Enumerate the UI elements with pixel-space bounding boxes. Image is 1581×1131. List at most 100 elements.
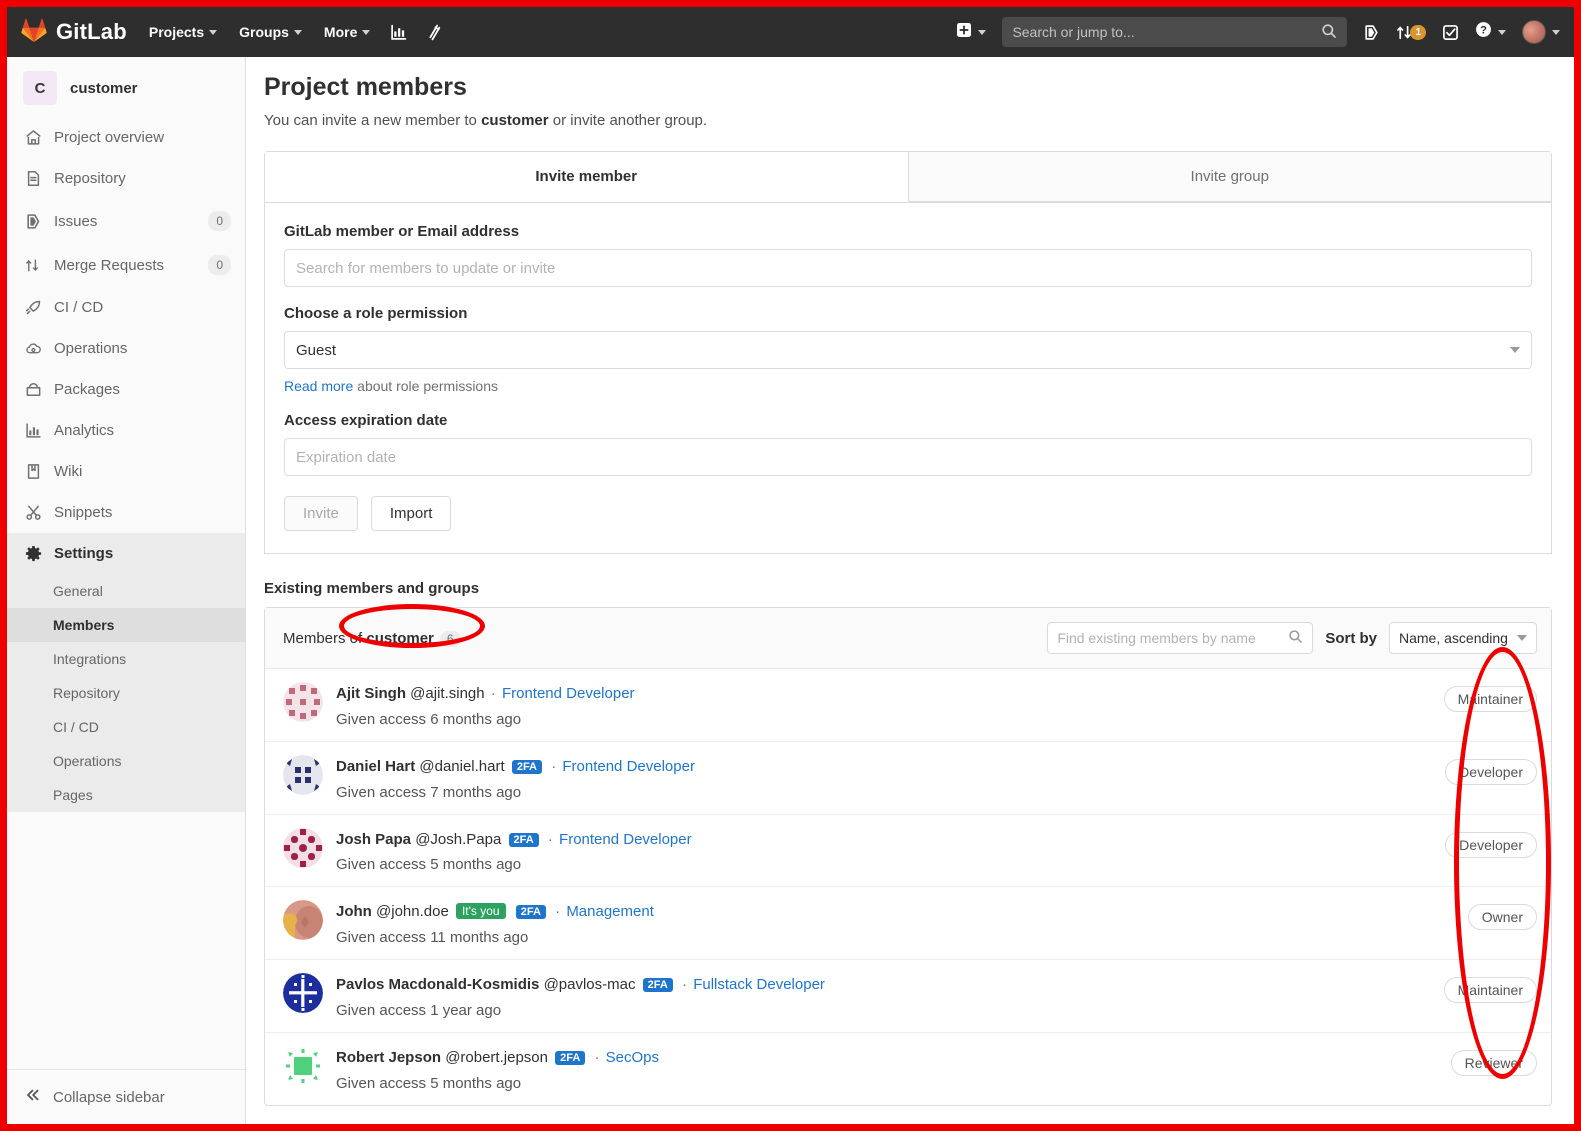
member-info: Robert Jepson @robert.jepson 2FA · SecOp… bbox=[336, 1046, 1451, 1092]
role-select[interactable]: Guest bbox=[284, 331, 1532, 369]
sidebar-item-snippets[interactable]: Snippets bbox=[7, 492, 245, 533]
status-badge[interactable]: Developer bbox=[1445, 831, 1537, 858]
gear-icon bbox=[25, 545, 42, 562]
member-role-cell: Maintainer bbox=[1443, 973, 1537, 1003]
member-field-label: GitLab member or Email address bbox=[284, 223, 520, 240]
member-access-text: Given access 6 months ago bbox=[336, 710, 522, 728]
import-button[interactable]: Import bbox=[370, 496, 452, 531]
sidebar-subitem-repository[interactable]: Repository bbox=[7, 676, 245, 710]
expiration-date-input[interactable]: Expiration date bbox=[284, 438, 1532, 476]
sidebar-subitem-members[interactable]: Members bbox=[7, 608, 245, 642]
its-you-badge: It's you bbox=[455, 903, 506, 920]
sort-by-value: Name, ascending bbox=[1399, 630, 1508, 646]
page-subtitle-project: customer bbox=[481, 112, 549, 129]
member-info: John @john.doe It's you 2FA · Management… bbox=[336, 900, 1468, 946]
member-job-title[interactable]: SecOps bbox=[606, 1049, 659, 1066]
issues-icon[interactable] bbox=[1363, 24, 1380, 41]
analytics-icon[interactable] bbox=[390, 24, 407, 41]
member-job-title[interactable]: Frontend Developer bbox=[559, 831, 692, 848]
sidebar-item-project-overview[interactable]: Project overview bbox=[7, 117, 245, 158]
nav-link-more-label: More bbox=[323, 24, 358, 40]
separator-dot: · bbox=[551, 757, 557, 775]
nav-link-projects-label: Projects bbox=[148, 24, 205, 40]
sidebar-item-issues[interactable]: Issues 0 bbox=[7, 199, 245, 243]
tab-invite-group[interactable]: Invite group bbox=[908, 152, 1551, 202]
sidebar-item-packages[interactable]: Packages bbox=[7, 369, 245, 410]
help-menu-button[interactable]: ? bbox=[1475, 21, 1506, 43]
sidebar-subitem-pages[interactable]: Pages bbox=[7, 778, 245, 812]
sidebar-item-label: Merge Requests bbox=[54, 256, 165, 274]
navbar-right-group: Search or jump to... 1 ? bbox=[956, 17, 1560, 47]
member-job-title[interactable]: Frontend Developer bbox=[502, 685, 635, 702]
table-row: Daniel Hart @daniel.hart 2FA · Frontend … bbox=[265, 742, 1551, 815]
sidebar-item-ci-cd[interactable]: CI / CD bbox=[7, 287, 245, 328]
sidebar-subitem-operations[interactable]: Operations bbox=[7, 744, 245, 778]
question-circle-icon: ? bbox=[1475, 21, 1492, 43]
member-info: Josh Papa @Josh.Papa 2FA · Frontend Deve… bbox=[336, 828, 1445, 874]
table-row: Robert Jepson @robert.jepson 2FA · SecOp… bbox=[265, 1033, 1551, 1105]
member-name: Josh Papa bbox=[336, 830, 412, 848]
project-sidebar: C customer Project overview Repository I… bbox=[7, 57, 246, 1124]
collapse-sidebar-button[interactable]: Collapse sidebar bbox=[7, 1069, 245, 1124]
avatar bbox=[283, 900, 323, 941]
sidebar-item-repository[interactable]: Repository bbox=[7, 158, 245, 199]
table-row: Josh Papa @Josh.Papa 2FA · Frontend Deve… bbox=[265, 815, 1551, 888]
invite-tabs: Invite member Invite group bbox=[264, 151, 1552, 203]
sidebar-item-label: Issues bbox=[54, 212, 98, 230]
member-name: Robert Jepson bbox=[336, 1048, 442, 1066]
member-identity: Daniel Hart @daniel.hart 2FA · Frontend … bbox=[336, 756, 1445, 778]
status-badge[interactable]: Maintainer bbox=[1443, 686, 1537, 712]
member-handle: @robert.jepson bbox=[445, 1048, 548, 1066]
nav-link-groups-label: Groups bbox=[239, 24, 289, 40]
sidebar-subitem-integrations[interactable]: Integrations bbox=[7, 642, 245, 676]
nav-link-more[interactable]: More bbox=[323, 24, 371, 40]
sidebar-item-label: CI / CD bbox=[54, 299, 104, 316]
member-job-title[interactable]: Frontend Developer bbox=[562, 758, 695, 775]
members-of-project-label: Members of customer 6 bbox=[283, 630, 461, 647]
member-job-title[interactable]: Fullstack Developer bbox=[693, 976, 825, 993]
sidebar-subitem-general[interactable]: General bbox=[7, 574, 245, 608]
member-info: Pavlos Macdonald-Kosmidis @pavlos-mac 2F… bbox=[336, 973, 1444, 1019]
tab-invite-member[interactable]: Invite member bbox=[265, 152, 909, 202]
chevron-down-icon bbox=[1498, 29, 1506, 35]
nav-link-projects[interactable]: Projects bbox=[148, 24, 218, 40]
invite-button[interactable]: Invite bbox=[284, 496, 358, 531]
member-search-input[interactable]: Search for members to update or invite bbox=[284, 249, 1532, 287]
todo-check-icon[interactable] bbox=[1442, 24, 1459, 41]
pipeline-wand-icon[interactable] bbox=[425, 24, 442, 41]
sort-by-select[interactable]: Name, ascending bbox=[1389, 622, 1537, 654]
status-badge[interactable]: Owner bbox=[1467, 904, 1537, 931]
status-badge[interactable]: Maintainer bbox=[1443, 977, 1537, 1003]
invite-actions: Invite Import bbox=[284, 496, 1532, 531]
members-card: Members of customer 6 Find existing membe… bbox=[264, 607, 1552, 1106]
page-subtitle-suffix: or invite another group. bbox=[548, 112, 708, 129]
read-more-link[interactable]: Read more bbox=[284, 378, 353, 394]
separator-dot: · bbox=[555, 903, 561, 921]
sidebar-item-analytics[interactable]: Analytics bbox=[7, 410, 245, 451]
gitlab-logo-link[interactable]: GitLab bbox=[21, 18, 127, 47]
expiration-date-placeholder: Expiration date bbox=[296, 448, 397, 466]
sidebar-project-header[interactable]: C customer bbox=[7, 57, 245, 117]
status-badge[interactable]: Reviewer bbox=[1450, 1049, 1537, 1076]
find-members-input[interactable]: Find existing members by name bbox=[1047, 622, 1314, 654]
sidebar-item-label: Snippets bbox=[54, 504, 113, 521]
member-job-title[interactable]: Management bbox=[566, 903, 654, 920]
create-new-button[interactable] bbox=[956, 22, 987, 43]
avatar bbox=[283, 754, 323, 795]
sidebar-item-settings[interactable]: Settings bbox=[7, 533, 245, 574]
user-menu-button[interactable] bbox=[1522, 20, 1560, 44]
gitlab-tanuki-icon bbox=[21, 18, 47, 47]
merge-request-icon[interactable]: 1 bbox=[1396, 24, 1426, 41]
member-name: Pavlos Macdonald-Kosmidis bbox=[336, 976, 540, 993]
sidebar-subitem-ci-cd[interactable]: CI / CD bbox=[7, 710, 245, 744]
global-search-input[interactable]: Search or jump to... bbox=[1002, 17, 1348, 47]
nav-link-groups[interactable]: Groups bbox=[239, 24, 302, 40]
member-handle: @daniel.hart bbox=[419, 757, 505, 775]
sidebar-item-wiki[interactable]: Wiki bbox=[7, 451, 245, 492]
members-of-prefix: Members of bbox=[283, 629, 367, 647]
sidebar-item-merge-requests[interactable]: Merge Requests 0 bbox=[7, 243, 245, 287]
separator-dot: · bbox=[547, 830, 553, 848]
status-badge[interactable]: Developer bbox=[1445, 758, 1537, 785]
sidebar-item-operations[interactable]: Operations bbox=[7, 328, 245, 369]
invite-member-panel: GitLab member or Email address Search fo… bbox=[264, 203, 1552, 554]
